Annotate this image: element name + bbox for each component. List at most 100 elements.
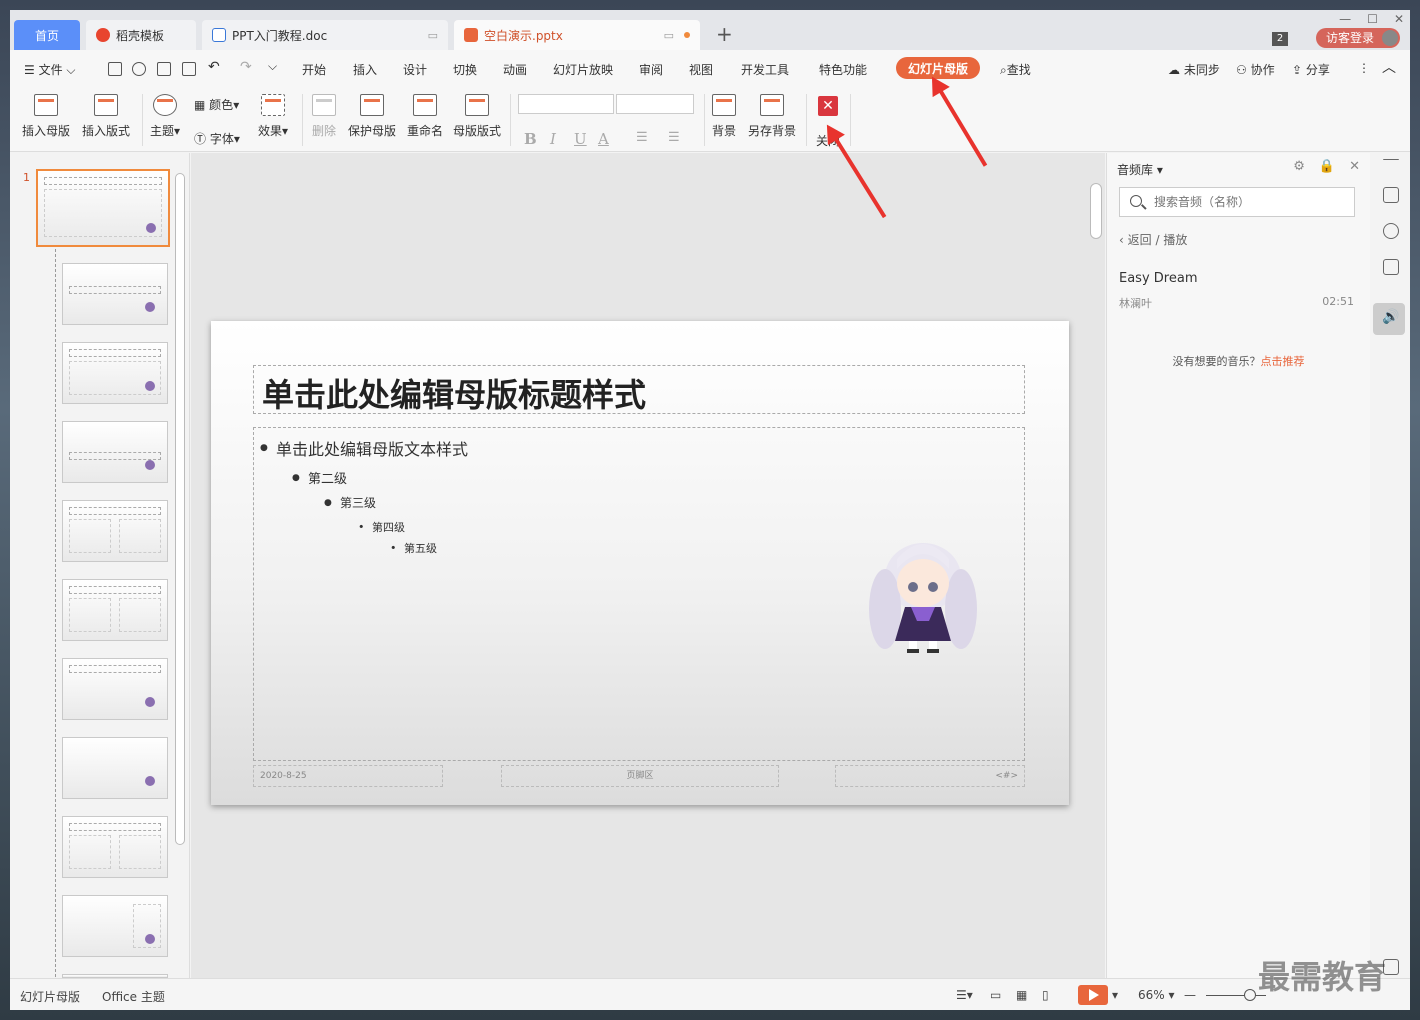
bold-button[interactable]: B [524, 130, 537, 148]
background-button[interactable]: 背景 [712, 92, 736, 139]
status-theme[interactable]: Office 主题 [102, 988, 165, 1005]
thumbnail-layout[interactable] [62, 737, 168, 799]
sync-button[interactable]: ☁ 未同步 [1168, 61, 1220, 78]
close-master-view-button[interactable]: ✕ [818, 96, 838, 116]
menu-review[interactable]: 审阅 [639, 61, 663, 78]
menu-slideshow[interactable]: 幻灯片放映 [553, 61, 613, 78]
font-name-select[interactable] [518, 94, 614, 114]
thumbnail-layout[interactable] [62, 895, 168, 957]
save-background-button[interactable]: 另存背景 [748, 92, 796, 139]
close-window-icon[interactable]: ✕ [1394, 12, 1404, 26]
rename-button[interactable]: 重命名 [407, 92, 443, 139]
zoom-slider-knob[interactable] [1244, 989, 1256, 1001]
file-menu[interactable]: ☰ 文件 ⌵ [24, 61, 76, 78]
underline-button[interactable]: U [574, 130, 587, 148]
audio-sidebar-button[interactable]: 🔊 [1373, 303, 1405, 335]
tab-docer-templates[interactable]: 稻壳模板 [86, 20, 196, 50]
lock-icon[interactable]: 🔒 [1319, 159, 1335, 174]
properties-icon[interactable] [1383, 187, 1399, 203]
settings-icon[interactable]: ⚙ [1293, 159, 1305, 174]
minimize-icon[interactable]: — [1339, 12, 1351, 26]
page-number-placeholder[interactable]: <#> [835, 765, 1025, 787]
window-count-badge[interactable]: 2 [1272, 32, 1288, 46]
new-tab-plus-icon[interactable]: + [716, 24, 733, 44]
close-panel-icon[interactable]: ✕ [1349, 159, 1360, 174]
thumbnail-layout[interactable] [62, 658, 168, 720]
notes-icon[interactable]: ☰▾ [956, 988, 973, 1002]
footer-placeholder[interactable]: 页脚区 [501, 765, 779, 787]
menu-developer[interactable]: 开发工具 [741, 61, 789, 78]
maximize-icon[interactable]: ☐ [1367, 12, 1378, 26]
title-placeholder[interactable]: 单击此处编辑母版标题样式 [253, 365, 1025, 414]
transition-icon[interactable] [1383, 259, 1399, 275]
export-icon[interactable] [132, 62, 146, 76]
master-layout-button[interactable]: 母版版式 [453, 92, 501, 139]
menu-start[interactable]: 开始 [302, 61, 326, 78]
delete-button[interactable]: 删除 [312, 92, 336, 139]
zoom-level[interactable]: 66% ▾ [1138, 988, 1175, 1002]
canvas-scroll-thumb[interactable] [1090, 183, 1102, 239]
number-list-icon[interactable]: ☰ [668, 130, 680, 145]
guest-login-button[interactable]: 访客登录 [1316, 28, 1400, 48]
sidebar-handle-icon[interactable] [1383, 159, 1399, 161]
collapse-ribbon-icon[interactable]: ︿ [1382, 57, 1396, 77]
menu-transition[interactable]: 切换 [453, 61, 477, 78]
back-link[interactable]: ‹ 返回 [1119, 233, 1152, 247]
monitor-icon[interactable]: ▭ [664, 29, 674, 42]
thumbnail-layout[interactable] [62, 421, 168, 483]
thumbnail-scrollbar[interactable] [175, 173, 185, 845]
audio-search-box[interactable] [1119, 187, 1355, 217]
print-preview-icon[interactable] [182, 62, 196, 76]
play-dropdown-icon[interactable]: ▾ [1112, 988, 1118, 1002]
animation-star-icon[interactable] [1383, 223, 1399, 239]
normal-view-icon[interactable]: ▭ [990, 988, 1001, 1002]
thumbnail-layout[interactable] [62, 579, 168, 641]
insert-master-button[interactable]: 插入母版 [22, 92, 70, 139]
thumbnail-layout[interactable] [62, 816, 168, 878]
menu-view[interactable]: 视图 [689, 61, 713, 78]
save-icon[interactable] [108, 62, 122, 76]
protect-master-button[interactable]: 保护母版 [348, 92, 396, 139]
date-placeholder[interactable]: 2020-8-25 [253, 765, 443, 787]
menu-special[interactable]: 特色功能 [819, 61, 867, 78]
more-icon[interactable]: ⋮ [1358, 61, 1370, 75]
master-slide[interactable]: 单击此处编辑母版标题样式 单击此处编辑母版文本样式 第二级 第三级 第四级 第五… [211, 321, 1069, 805]
thumbnail-master[interactable] [36, 169, 170, 247]
tab-pptx[interactable]: 空白演示.pptx ▭ [454, 20, 700, 50]
insert-layout-button[interactable]: 插入版式 [82, 92, 130, 139]
menu-animation[interactable]: 动画 [503, 61, 527, 78]
play-slideshow-button[interactable] [1078, 985, 1108, 1005]
zoom-slider[interactable] [1206, 995, 1266, 996]
bullet-list-icon[interactable]: ☰ [636, 130, 648, 145]
menu-design[interactable]: 设计 [403, 61, 427, 78]
theme-button[interactable]: 主题▾ [150, 92, 180, 139]
recommend-link[interactable]: 点击推荐 [1261, 355, 1305, 368]
audio-search-input[interactable] [1154, 194, 1344, 210]
print-icon[interactable] [157, 62, 171, 76]
canvas-scrollbar[interactable] [1090, 173, 1102, 953]
song-title[interactable]: Easy Dream [1119, 271, 1197, 286]
audio-library-title[interactable]: 音频库 ▾ [1117, 161, 1163, 178]
reading-view-icon[interactable]: ▯ [1042, 988, 1049, 1002]
undo-icon[interactable]: ↶ [208, 59, 220, 75]
thumbnail-layout[interactable] [62, 263, 168, 325]
share-button[interactable]: ⇪ 分享 [1292, 61, 1330, 78]
thumbnail-layout[interactable] [62, 500, 168, 562]
monitor-icon[interactable]: ▭ [428, 29, 438, 42]
zoom-out-icon[interactable]: — [1184, 988, 1196, 1002]
tab-home[interactable]: 首页 [14, 20, 80, 50]
font-button[interactable]: Ⓣ 字体▾ [194, 130, 240, 147]
quick-access-dropdown-icon[interactable]: ⌵ [268, 59, 277, 74]
italic-button[interactable]: I [550, 130, 556, 148]
sorter-view-icon[interactable]: ▦ [1016, 988, 1027, 1002]
find-button[interactable]: ⌕查找 [1000, 61, 1031, 78]
menu-insert[interactable]: 插入 [353, 61, 377, 78]
font-color-button[interactable]: A [598, 130, 609, 148]
anime-girl-illustration[interactable] [863, 529, 983, 659]
tab-word-doc[interactable]: PPT入门教程.doc ▭ [202, 20, 448, 50]
font-size-select[interactable] [616, 94, 694, 114]
collab-button[interactable]: ⚇ 协作 [1236, 61, 1275, 78]
effect-button[interactable]: 效果▾ [258, 92, 288, 139]
color-button[interactable]: ▦ 颜色▾ [194, 96, 239, 113]
redo-icon[interactable]: ↷ [240, 59, 252, 75]
